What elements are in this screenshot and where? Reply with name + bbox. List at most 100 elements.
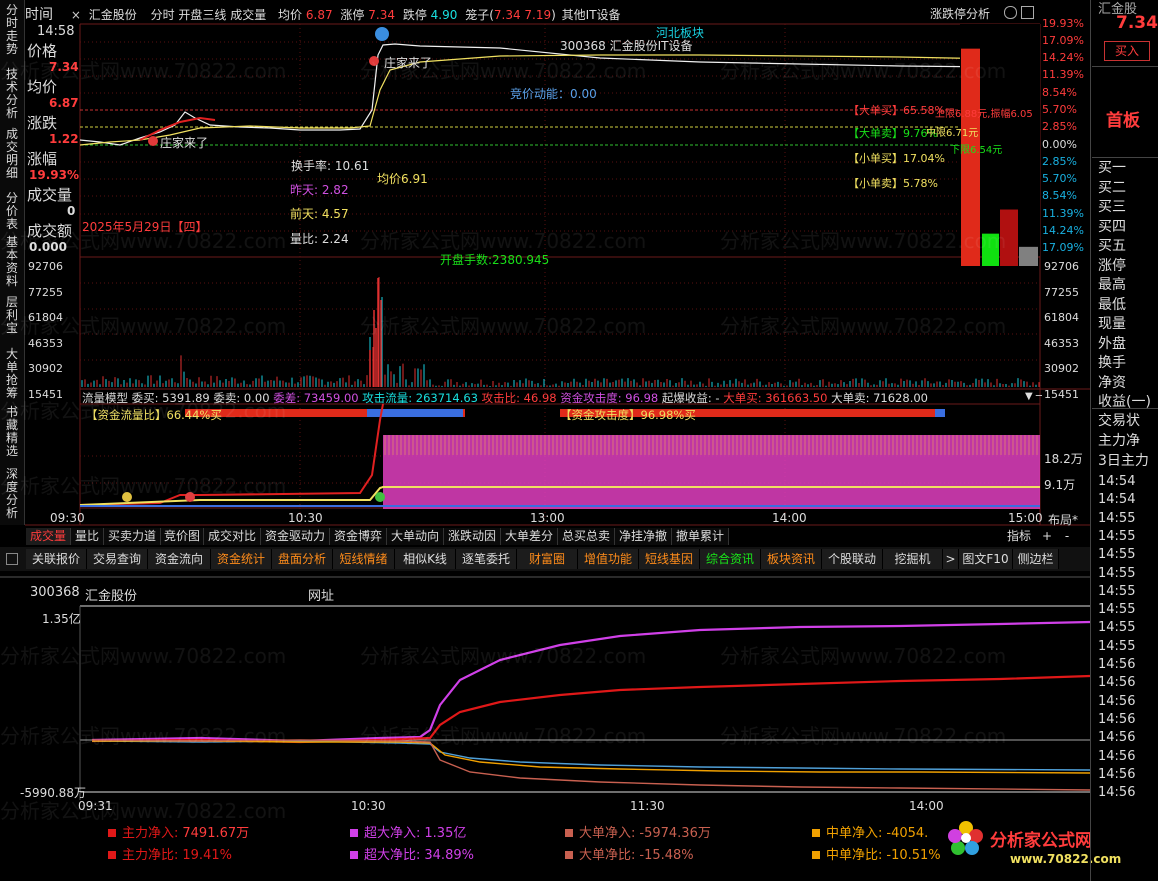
sub-tab-11[interactable]: 净挂净撤 (615, 528, 672, 545)
time-tick-1: 09:30 (50, 511, 85, 525)
sub-tab-5[interactable]: 资金驱动力 (261, 528, 330, 545)
upper-limit: 上限6.88元,振幅6.05 (935, 109, 1033, 120)
bid-momentum: 竞价动能：0.00 (510, 87, 597, 101)
volume-ratio: 量比: 2.24 (290, 232, 349, 246)
pct-bar-1 (982, 233, 999, 266)
legend-value-1: 1.35亿 (424, 826, 467, 841)
func-tab-10[interactable]: 短线基因 (639, 549, 700, 569)
sub-tab-7[interactable]: 大单动向 (387, 528, 444, 545)
y-right-12: 14.24% (1042, 224, 1084, 237)
flow-model-title[interactable]: 流量模型 (82, 391, 128, 405)
legend-label-1: 超大净入: (364, 826, 421, 841)
legend-value-4: 19.41% (182, 848, 232, 863)
wei-mai: 委买: 5391.89 (131, 391, 210, 405)
sub-tab-8[interactable]: 涨跌动因 (444, 528, 501, 545)
bottom-name: 汇金股份 (85, 589, 138, 604)
legend-label-7: 中单净比: (826, 848, 883, 863)
sub-tab-9[interactable]: 大单差分 (501, 528, 558, 545)
legend-label-3: 中单净入: (826, 826, 883, 841)
open-lots: 开盘手数:2380.945 (440, 253, 550, 267)
sub-tab-4[interactable]: 成交对比 (204, 528, 261, 545)
func-tab-7[interactable]: 逐笔委托 (456, 549, 517, 569)
bottom-x-4: 14:00 (909, 799, 944, 813)
func-tab-9[interactable]: 增值功能 (578, 549, 639, 569)
func-tab-16[interactable]: 图文F10 (959, 549, 1013, 569)
vol-y-right-5: 15451 (1044, 387, 1079, 401)
boom-gain: 起爆收益: - (661, 391, 720, 405)
legend-item-4: 主力净比: 19.41% (108, 844, 232, 863)
right-time-4: 14:55 (1098, 547, 1136, 563)
y-right-2: 14.24% (1042, 51, 1084, 64)
layout-label[interactable]: 布局* (1048, 511, 1078, 528)
func-tab-13[interactable]: 个股联动 (822, 549, 883, 569)
time-tick-5: 15:00 (1008, 511, 1043, 525)
sub-tab-6[interactable]: 资金博弈 (330, 528, 387, 545)
func-tab-12[interactable]: 板块资讯 (761, 549, 822, 569)
big-buy-amount: 大单买: 361663.50 (723, 391, 828, 405)
right-time-13: 14:56 (1098, 711, 1136, 727)
right-time-8: 14:55 (1098, 620, 1136, 636)
bottom-x-1: 09:31 (78, 799, 113, 813)
flow-ratio-label: 【资金流量比】66.44%买 (86, 408, 222, 422)
buy-button[interactable]: 买入 (1104, 41, 1150, 61)
legend-item-2: 大单净入: -5974.36万 (565, 822, 711, 841)
y-right-13: 17.09% (1042, 241, 1084, 254)
vol-y-right-3: 46353 (1044, 336, 1079, 350)
right-time-17: 14:56 (1098, 785, 1136, 801)
right-quote-7: 最低 (1098, 296, 1126, 313)
sub-tab-2[interactable]: 买卖力道 (104, 528, 161, 545)
y-right-0: 19.93% (1042, 17, 1084, 30)
func-tab-6[interactable]: 相似K线 (395, 549, 456, 569)
func-tab-8[interactable]: 财富圈 (517, 549, 578, 569)
y-right-8: 2.85% (1042, 155, 1077, 168)
sub-tab-10[interactable]: 总买总卖 (558, 528, 615, 545)
pct-bar-0 (961, 48, 980, 267)
top-board-label: 首板 (1106, 111, 1140, 131)
legend-item-1: 超大净入: 1.35亿 (350, 822, 466, 841)
func-tab-0[interactable]: 关联报价 (26, 549, 87, 569)
vol-y-right-4: 30902 (1044, 362, 1079, 375)
legend-item-0: 主力净入: 7491.67万 (108, 822, 249, 841)
sub-tab-0[interactable]: 成交量 (26, 528, 71, 545)
sub-tab-right-1[interactable]: + (1038, 528, 1056, 545)
legend-item-7: 中单净比: -10.51% (812, 844, 941, 863)
y-right-4: 8.54% (1042, 86, 1077, 99)
sub-tab-12[interactable]: 撤单累计 (672, 528, 729, 545)
func-tab-15[interactable]: > (943, 549, 959, 569)
legend-item-5: 超大净比: 34.89% (350, 844, 474, 863)
legend-label-4: 主力净比: (122, 848, 179, 863)
bottom-x-2: 10:30 (351, 799, 386, 813)
right-quote-1: 买二 (1098, 179, 1126, 196)
bottom-link[interactable]: 网址 (308, 585, 334, 604)
lower-limit: 下限6.54元 (950, 145, 1003, 156)
func-tab-3[interactable]: 资金统计 (211, 549, 272, 569)
attack-flow: 攻击流量: 263714.63 (362, 391, 478, 405)
sub-tab-right-2[interactable]: - (1058, 528, 1076, 545)
legend-swatch-7 (812, 851, 820, 859)
func-tab-1[interactable]: 交易查询 (87, 549, 148, 569)
right-time-11: 14:56 (1098, 675, 1136, 691)
dropdown-icon[interactable]: ▼ ─ (1025, 391, 1042, 402)
yesterday-ratio: 昨天: 2.82 (290, 183, 349, 197)
func-tab-11[interactable]: 综合资讯 (700, 549, 761, 569)
volume-bars (81, 277, 1040, 387)
brand-logo-icon (948, 820, 984, 860)
right-time-12: 14:56 (1098, 693, 1136, 709)
sub-tab-right-0[interactable]: 指标 (1002, 528, 1036, 545)
big-sell-pct: 【大单卖】9.76% (848, 127, 938, 140)
day-before-ratio: 前天: 4.57 (290, 207, 349, 221)
func-tab-4[interactable]: 盘面分析 (272, 549, 333, 569)
sub-tab-1[interactable]: 量比 (71, 528, 104, 545)
pct-bar-3 (1019, 246, 1038, 266)
sub-tab-3[interactable]: 竞价图 (161, 528, 204, 545)
func-tab-5[interactable]: 短线情绪 (333, 549, 395, 569)
func-tab-14[interactable]: 挖掘机 (883, 549, 943, 569)
func-tab-2[interactable]: 资金流向 (148, 549, 211, 569)
small-sell-pct: 【小单卖】5.78% (848, 177, 938, 190)
func-tab-17[interactable]: 侧边栏 (1013, 549, 1059, 569)
bottom-x-3: 11:30 (630, 799, 665, 813)
func-tab-toggle-icon[interactable] (6, 553, 18, 565)
legend-value-2: -5974.36万 (639, 826, 711, 841)
flow-y-label-2: 9.1万 (1044, 478, 1076, 492)
vol-y-left-4: 30902 (28, 362, 63, 375)
